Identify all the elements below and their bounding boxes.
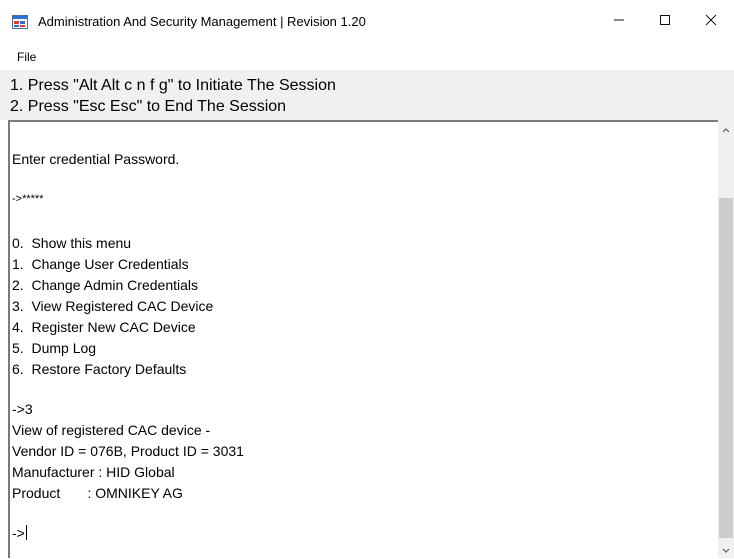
scroll-up-button[interactable] [718, 120, 734, 137]
instructions-panel: 1. Press "Alt Alt c n f g" to Initiate T… [0, 70, 734, 120]
console-line: 1. Change User Credentials [12, 256, 189, 272]
console-line: ->***** [12, 193, 44, 205]
close-button[interactable] [688, 0, 734, 44]
menu-file[interactable]: File [14, 49, 39, 65]
instruction-line-2: 2. Press "Esc Esc" to End The Session [10, 98, 287, 115]
window-title: Administration And Security Management |… [38, 14, 366, 29]
minimize-icon [613, 13, 625, 31]
console-line: 0. Show this menu [12, 235, 132, 251]
scroll-down-button[interactable] [718, 541, 734, 558]
console-line: 6. Restore Factory Defaults [12, 361, 187, 377]
close-icon [705, 13, 717, 31]
chevron-up-icon [722, 120, 730, 138]
chevron-down-icon [722, 541, 730, 559]
console-line: Enter credential Password. [12, 151, 180, 167]
console-line: 3. View Registered CAC Device [12, 298, 214, 314]
prompt-text: -> [12, 525, 25, 541]
console-line: Product : OMNIKEY AG [12, 485, 183, 501]
maximize-button[interactable] [642, 0, 688, 44]
title-bar[interactable]: Administration And Security Management |… [0, 0, 734, 44]
console-line: ->3 [12, 401, 33, 417]
console-output[interactable]: Enter credential Password. ->***** 0. Sh… [8, 120, 734, 558]
console-line: 4. Register New CAC Device [12, 319, 196, 335]
text-caret [25, 525, 27, 540]
maximize-icon [659, 13, 671, 31]
console-line: Manufacturer : HID Global [12, 464, 175, 480]
instruction-line-1: 1. Press "Alt Alt c n f g" to Initiate T… [10, 77, 336, 94]
console-prompt[interactable]: -> [12, 523, 27, 544]
menu-bar: File [0, 44, 734, 70]
console-line: View of registered CAC device - [12, 422, 211, 438]
console-line: Vendor ID = 076B, Product ID = 3031 [12, 443, 244, 459]
scroll-thumb[interactable] [719, 198, 733, 538]
vertical-scrollbar[interactable] [718, 120, 734, 558]
app-window-icon [12, 14, 28, 30]
minimize-button[interactable] [596, 0, 642, 44]
console-line: 5. Dump Log [12, 340, 97, 356]
console-line: 2. Change Admin Credentials [12, 277, 198, 293]
